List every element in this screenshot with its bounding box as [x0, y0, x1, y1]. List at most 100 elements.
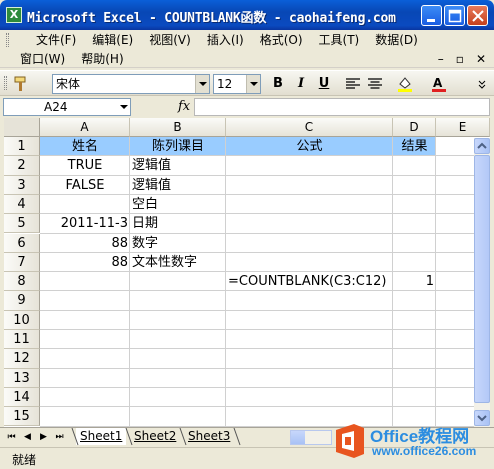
font-size-value: 12 — [217, 77, 233, 91]
cell-c1[interactable]: 公式 — [226, 137, 393, 156]
bold-button[interactable]: B — [268, 75, 288, 93]
minimize-icon — [427, 19, 435, 22]
align-center-icon[interactable] — [366, 75, 384, 93]
row-header-5[interactable]: 5 — [4, 214, 40, 234]
workbook-restore-icon[interactable]: ▫ — [456, 52, 464, 66]
row-header-14[interactable]: 14 — [4, 387, 40, 408]
font-color-icon[interactable]: A — [430, 75, 448, 93]
row-header-6[interactable]: 6 — [4, 233, 40, 253]
menu-grip[interactable] — [6, 33, 9, 47]
font-name-select[interactable]: 宋体 — [52, 74, 210, 94]
row-header-8[interactable]: 8 — [4, 272, 40, 292]
menu-insert[interactable]: 插入(I) — [199, 31, 252, 50]
vertical-scrollbar[interactable] — [474, 138, 490, 427]
font-size-select[interactable]: 12 — [213, 74, 261, 94]
column-header-d[interactable]: D — [393, 118, 436, 137]
row-gridline — [40, 367, 490, 369]
column-header-b[interactable]: B — [130, 118, 226, 137]
cell-a1[interactable]: 姓名 — [40, 137, 130, 156]
row-header-10[interactable]: 10 — [4, 310, 40, 330]
font-size-dropdown-icon[interactable] — [246, 75, 260, 93]
row-header-4[interactable]: 4 — [4, 194, 40, 215]
watermark-url: www.office26.com — [372, 444, 477, 458]
format-painter-icon[interactable] — [12, 75, 30, 93]
office-logo-icon — [336, 424, 364, 458]
row-header-1[interactable]: 1 — [4, 137, 40, 157]
cell-b2[interactable]: 逻辑值 — [130, 156, 226, 175]
cell-c8[interactable]: =COUNTBLANK(C3:C12) — [226, 272, 393, 291]
row-header-15[interactable]: 15 — [4, 407, 40, 427]
menu-help[interactable]: 帮助(H) — [73, 50, 131, 69]
cell-b6[interactable]: 数字 — [130, 234, 226, 253]
row-header-11[interactable]: 11 — [4, 330, 40, 350]
workbook-window-controls: – ▫ ✕ — [438, 52, 486, 66]
excel-app-icon[interactable]: X — [6, 7, 22, 23]
toolbar-grip[interactable] — [4, 76, 7, 90]
column-header-a[interactable]: A — [40, 118, 130, 137]
row-header-3[interactable]: 3 — [4, 175, 40, 195]
menu-view[interactable]: 视图(V) — [141, 31, 199, 50]
close-button[interactable] — [467, 5, 488, 26]
cell-a5[interactable]: 2011-11-3 — [40, 214, 130, 233]
menu-row-main: 文件(F) 编辑(E) 视图(V) 插入(I) 格式(O) 工具(T) 数据(D… — [28, 31, 426, 50]
window-title: Microsoft Excel - COUNTBLANK函数 - caohaif… — [27, 11, 396, 26]
row-gridline — [40, 348, 490, 350]
menu-edit[interactable]: 编辑(E) — [84, 31, 141, 50]
status-text: 就绪 — [12, 453, 37, 467]
formatting-toolbar: 宋体 12 B I U A — [0, 70, 494, 96]
name-box-value: A24 — [44, 100, 68, 114]
row-header-13[interactable]: 13 — [4, 368, 40, 388]
insert-function-icon[interactable]: fx — [178, 99, 190, 114]
row-header-7[interactable]: 7 — [4, 252, 40, 273]
menu-bar: 文件(F) 编辑(E) 视图(V) 插入(I) 格式(O) 工具(T) 数据(D… — [0, 30, 494, 68]
row-header-2[interactable]: 2 — [4, 156, 40, 176]
workbook-close-icon[interactable]: ✕ — [476, 52, 486, 66]
maximize-icon — [448, 9, 462, 23]
menu-file[interactable]: 文件(F) — [28, 31, 84, 50]
cell-d8[interactable]: 1 — [393, 272, 436, 291]
row-gridline — [40, 309, 490, 311]
font-name-dropdown-icon[interactable] — [195, 75, 209, 93]
name-box[interactable]: A24 — [3, 98, 131, 116]
font-name-value: 宋体 — [56, 77, 81, 91]
menu-tools[interactable]: 工具(T) — [311, 31, 368, 50]
worksheet-grid[interactable]: A B C D E 1 2 3 4 5 6 7 8 9 10 11 12 13 14 15 姓名 陈列课目 公式 结果 TRUE… — [4, 118, 490, 427]
column-header-e[interactable]: E — [436, 118, 490, 137]
cell-b3[interactable]: 逻辑值 — [130, 176, 226, 195]
toolbar-options-icon[interactable] — [476, 75, 494, 93]
scroll-thumb[interactable] — [474, 155, 490, 403]
menu-row-secondary: 窗口(W) 帮助(H) — [12, 50, 132, 69]
scroll-left-button[interactable] — [291, 431, 305, 444]
horizontal-scrollbar[interactable] — [290, 430, 332, 445]
name-box-dropdown-icon[interactable] — [120, 105, 128, 109]
maximize-button[interactable] — [444, 5, 465, 26]
cell-b5[interactable]: 日期 — [130, 214, 226, 233]
cell-b4[interactable]: 空白 — [130, 195, 226, 214]
cell-a2[interactable]: TRUE — [40, 156, 130, 175]
menu-data[interactable]: 数据(D) — [367, 31, 426, 50]
cell-a6[interactable]: 88 — [40, 234, 130, 253]
column-header-c[interactable]: C — [226, 118, 393, 137]
fill-color-icon[interactable] — [396, 75, 414, 93]
cell-b7[interactable]: 文本性数字 — [130, 253, 226, 272]
row-header-12[interactable]: 12 — [4, 349, 40, 369]
cell-a3[interactable]: FALSE — [40, 176, 130, 195]
row-gridline — [40, 386, 490, 388]
select-all-corner[interactable] — [4, 118, 40, 137]
row-header-9[interactable]: 9 — [4, 291, 40, 311]
align-left-icon[interactable] — [344, 75, 362, 93]
cell-d1[interactable]: 结果 — [393, 137, 436, 156]
formula-bar: A24 fx — [0, 97, 494, 117]
workbook-minimize-icon[interactable]: – — [438, 52, 444, 66]
scroll-up-button[interactable] — [474, 138, 490, 154]
menu-format[interactable]: 格式(O) — [252, 31, 311, 50]
formula-input[interactable] — [194, 98, 490, 116]
menu-window[interactable]: 窗口(W) — [12, 50, 73, 69]
cell-b1[interactable]: 陈列课目 — [130, 137, 226, 156]
row-gridline — [40, 406, 490, 408]
italic-button[interactable]: I — [291, 75, 311, 93]
cell-a7[interactable]: 88 — [40, 253, 130, 272]
minimize-button[interactable] — [421, 5, 442, 26]
svg-text:A: A — [433, 76, 443, 90]
underline-button[interactable]: U — [314, 75, 334, 93]
